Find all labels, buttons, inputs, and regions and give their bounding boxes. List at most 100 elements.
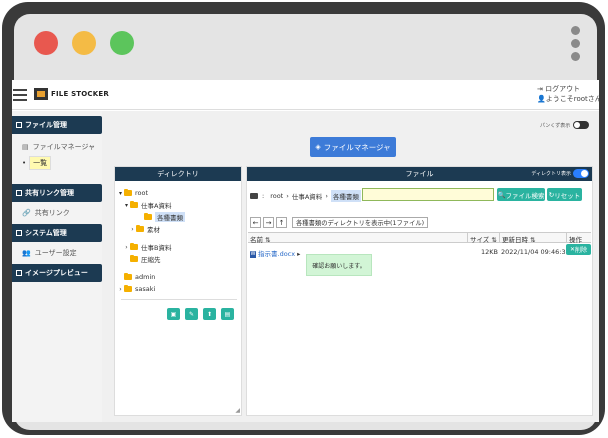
tree-node-sasaki[interactable]: › sasaki [117,283,241,295]
table-row[interactable]: W 指示書.docx ▸ 12KB 2022/11/04 09:46:30 [248,245,591,259]
chevron-right-icon[interactable]: › [123,244,130,251]
sidebar-item-user-settings[interactable]: 👥 ユーザー設定 [12,242,102,264]
layers-icon: ◈ [315,143,321,151]
hamburger-menu-icon[interactable] [13,89,27,101]
edit-folder-button[interactable]: ✎ [185,308,198,320]
sidebar-section-file-management[interactable]: ファイル管理 [12,116,102,134]
back-arrow-icon[interactable]: ← [250,217,261,228]
column-action: 操作 [569,236,582,244]
tree-divider [121,299,237,300]
resize-grip-icon[interactable]: ◢ [235,407,240,414]
folder-icon [124,273,132,280]
file-panel-title: ファイル ディレクトリ表示 [247,167,592,181]
folder-icon [144,213,152,220]
app-logo[interactable]: FILE STOCKER [34,88,109,100]
tree-node-work-b[interactable]: › 仕事B資料 [117,241,241,253]
breadcrumb-display-toggle[interactable]: パンくず表示 [540,121,590,129]
sidebar-section-image-preview[interactable]: イメージプレビュー [12,264,102,282]
app-screen: FILE STOCKER ⇥ ログアウト 👤ようこそrootさん ファイル管理 … [12,80,599,422]
folder-plus-icon: ▣ [170,310,177,318]
delete-button[interactable]: ✕ 削除 [566,244,591,255]
toggle-switch-on[interactable] [573,169,589,178]
tree-node-root[interactable]: ▾ root [117,187,241,199]
sidebar-section-system[interactable]: システム管理 [12,224,102,242]
file-icon: ▤ [22,143,29,151]
logo-text: FILE STOCKER [51,90,109,98]
column-name[interactable]: 名前 ⇅ [250,234,271,244]
upload-icon: ⬆ [206,310,213,318]
welcome-text: 👤ようこそrootさん [537,95,599,103]
chevron-right-icon[interactable]: › [129,226,136,233]
chevron-right-icon[interactable]: › [117,286,124,293]
new-folder-button[interactable]: ▣ [167,308,180,320]
section-box-icon [16,270,22,276]
search-icon: 🔍 [497,190,506,199]
directory-panel-title: ディレクトリ [115,167,241,181]
minimize-window-dot[interactable] [72,31,96,55]
directory-tree: ▾ root ▾ 仕事A資料 各種書類 › 素材 › 仕事B資料 圧縮先 admin ›… [115,181,241,300]
breadcrumb-root[interactable]: root [270,192,283,200]
file-comment-tooltip: 確認お願いします。 [306,254,372,276]
breadcrumb-current[interactable]: 各種書類 [330,190,361,202]
caret-down-icon[interactable]: ▾ [123,202,130,209]
column-updated[interactable]: 更新日時 ⇅ [502,234,536,244]
top-bar: FILE STOCKER ⇥ ログアウト 👤ようこそrootさん [12,80,599,110]
main-area: パンくず表示 ◈ ファイルマネージャ ディレクトリ ▾ root ▾ 仕事A資料 各種… [102,111,599,422]
user-icon: 👤 [537,95,546,103]
close-window-dot[interactable] [34,31,58,55]
chevron-right-icon: › [286,192,289,200]
move-folder-button[interactable]: ▤ [221,308,234,320]
breadcrumb-work-a[interactable]: 仕事A資料 [292,191,322,201]
directory-actions: ▣ ✎ ⬆ ▤ [167,308,239,320]
section-box-icon [16,190,22,196]
maximize-window-dot[interactable] [110,31,134,55]
logout-icon: ⇥ [537,85,546,93]
forward-arrow-icon[interactable]: → [263,217,274,228]
folder-icon [124,189,132,196]
tree-node-documents[interactable]: 各種書類 [117,211,241,223]
caret-down-icon[interactable]: ▾ [117,190,124,197]
folder-icon [130,243,138,250]
bullet-icon: • [22,159,27,167]
reset-button[interactable]: ↻ リセット [547,188,582,201]
upload-button[interactable]: ⬆ [203,308,216,320]
kebab-menu-icon[interactable] [571,26,581,62]
sidebar-item-file-manager[interactable]: ▤ ファイルマネージャ [12,134,102,156]
file-size-cell: 12KB [481,248,498,256]
edit-icon: ✎ [188,310,195,318]
chevron-right-icon: › [325,192,328,200]
sidebar-subitem-list[interactable]: • 一覧 [12,156,102,174]
folder-icon [250,193,258,199]
file-updated-cell: 2022/11/04 09:46:30 [501,248,570,256]
user-area: ⇥ ログアウト 👤ようこそrootさん [537,84,599,104]
folder-icon [136,225,144,232]
tree-node-work-a[interactable]: ▾ 仕事A資料 [117,199,241,211]
section-box-icon [16,122,22,128]
directory-info: 各種書類のディレクトリを表示中(1ファイル) [292,217,429,228]
word-file-icon: W [250,250,256,258]
tree-node-materials[interactable]: › 素材 [117,223,241,235]
sidebar-item-share-link[interactable]: 🔗 共有リンク [12,202,102,224]
folder-icon [130,201,138,208]
logout-link[interactable]: ⇥ ログアウト [537,84,599,94]
tree-node-admin[interactable]: admin [117,271,241,283]
breadcrumb: : root › 仕事A資料 › 各種書類 [250,190,361,202]
column-size[interactable]: サイズ ⇅ [470,234,497,244]
sidebar-section-share-link[interactable]: 共有リンク管理 [12,184,102,202]
file-search-button[interactable]: 🔍 ファイル検索 [497,188,545,201]
users-icon: 👥 [22,249,31,257]
section-box-icon [16,230,22,236]
file-panel: ファイル ディレクトリ表示 : root › 仕事A資料 › 各種書類 🔍 ファイ… [246,166,593,416]
directory-display-toggle[interactable]: ディレクトリ表示 [531,169,589,178]
file-search-input[interactable] [362,188,494,201]
toggle-switch-off[interactable] [573,121,590,129]
link-icon: 🔗 [22,209,31,217]
up-arrow-icon[interactable]: ↑ [276,217,287,228]
folder-icon [124,285,132,292]
tree-node-compressed[interactable]: 圧縮先 [117,253,241,265]
file-name-cell[interactable]: W 指示書.docx ▸ [250,248,300,258]
file-manager-button[interactable]: ◈ ファイルマネージャ [310,137,396,157]
folder-icon [130,255,138,262]
file-table-header: 名前 ⇅ サイズ ⇅ 更新日時 ⇅ 操作 [248,232,591,244]
logo-icon [34,88,48,100]
